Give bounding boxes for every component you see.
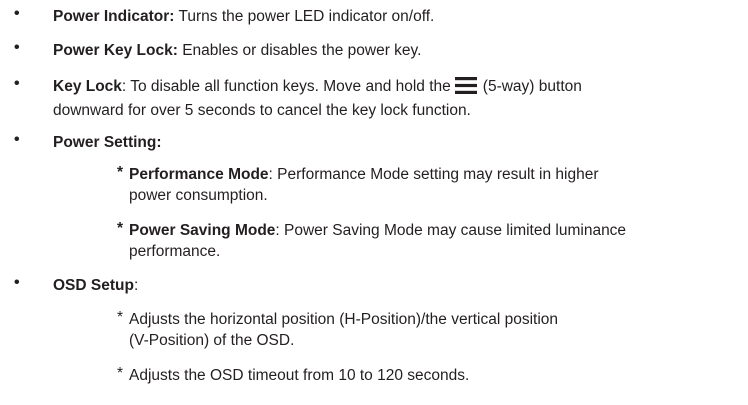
- item-description: : Performance Mode setting may result in…: [268, 166, 599, 183]
- bullet: •: [14, 131, 20, 148]
- item-line-2: performance.: [129, 243, 221, 260]
- sub-bullet: *: [117, 220, 124, 237]
- item-label: Power Indicator:: [53, 8, 175, 25]
- item-label: OSD Setup: [53, 277, 134, 294]
- item-text: Adjusts the horizontal position (H-Posit…: [129, 309, 742, 351]
- item-line-1: Power Saving Mode: Power Saving Mode may…: [129, 220, 742, 241]
- item-line-1: Performance Mode: Performance Mode setti…: [129, 164, 742, 185]
- item-line-1: Adjusts the horizontal position (H-Posit…: [129, 311, 559, 328]
- item-label: Power Setting:: [53, 134, 162, 151]
- item-text: Power Key Lock: Enables or disables the …: [53, 40, 742, 61]
- item-text: Power Indicator: Turns the power LED ind…: [53, 6, 742, 27]
- sub-bullet: *: [117, 365, 124, 382]
- bullet: •: [14, 75, 20, 92]
- item-text: Power Setting:: [53, 132, 742, 153]
- item-label: Key Lock: [53, 78, 122, 95]
- item-description: Enables or disables the power key.: [177, 42, 422, 59]
- bullet: •: [14, 274, 20, 291]
- bullet: •: [14, 5, 20, 22]
- item-text: Adjusts the OSD timeout from 10 to 120 s…: [129, 365, 742, 386]
- item-label: Performance Mode: [129, 166, 269, 183]
- item-line-1: Adjusts the OSD timeout from 10 to 120 s…: [129, 367, 470, 384]
- bullet: •: [14, 39, 20, 56]
- item-text: OSD Setup:: [53, 275, 742, 296]
- item-label: Power Saving Mode: [129, 222, 276, 239]
- item-text: Key Lock: To disable all function keys. …: [53, 76, 742, 121]
- item-label: Power Key Lock:: [53, 42, 178, 59]
- item-description: : To disable all function keys. Move and…: [121, 78, 451, 95]
- item-text: Performance Mode: Performance Mode setti…: [129, 164, 742, 206]
- item-line-2: (V-Position) of the OSD.: [129, 332, 295, 349]
- item-line-2: downward for over 5 seconds to cancel th…: [53, 102, 471, 119]
- item-description: :: [133, 277, 139, 294]
- item-line-2: power consumption.: [129, 187, 268, 204]
- document-page: • Power Indicator: Turns the power LED i…: [0, 0, 748, 405]
- item-line-1: Key Lock: To disable all function keys. …: [53, 76, 742, 100]
- item-text: Power Saving Mode: Power Saving Mode may…: [129, 220, 742, 262]
- item-description: : Power Saving Mode may cause limited lu…: [275, 222, 627, 239]
- item-description-cont: (5-way) button: [482, 78, 582, 95]
- item-description: Turns the power LED indicator on/off.: [174, 8, 435, 25]
- sub-bullet: *: [117, 309, 124, 326]
- sub-bullet: *: [117, 164, 124, 181]
- menu-icon: [454, 77, 477, 100]
